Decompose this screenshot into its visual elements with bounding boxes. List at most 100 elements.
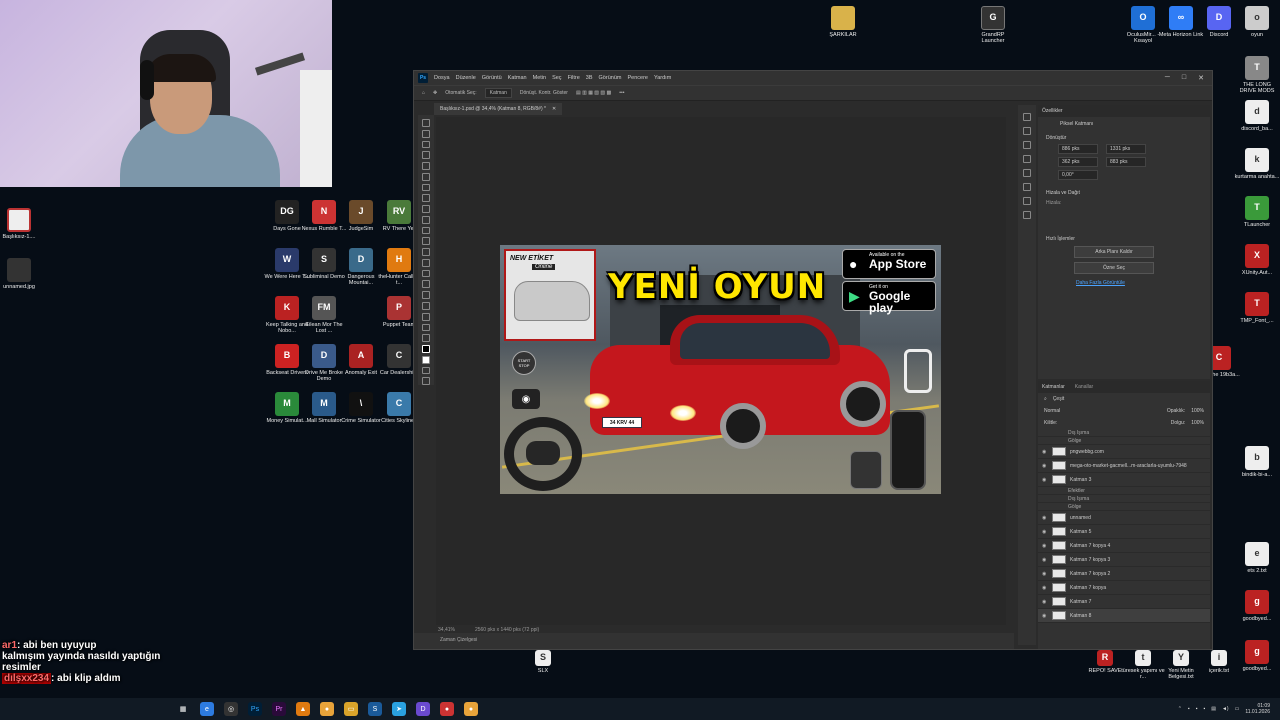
minimize-icon[interactable]: ─: [1165, 74, 1170, 82]
auto-select-dropdown[interactable]: Katman: [484, 88, 512, 98]
more-tools-icon[interactable]: [422, 334, 430, 343]
blend-mode-dropdown[interactable]: Normal: [1044, 408, 1060, 414]
brush-tool-icon[interactable]: [422, 194, 430, 203]
layer-kind-filter[interactable]: Çeşit: [1053, 396, 1064, 402]
see-more-link[interactable]: Daha Fazla Görüntüle: [1076, 280, 1202, 286]
more-icon[interactable]: •••: [619, 90, 624, 96]
foreground-color-icon[interactable]: [422, 345, 430, 353]
desktop-icon-grandrp[interactable]: G GrandRP Launcher: [970, 6, 1016, 44]
chevron-up-icon[interactable]: ⌃: [1178, 706, 1182, 712]
transform-controls-checkbox[interactable]: Dönüşt. Kontr. Göster: [520, 90, 568, 96]
steam-icon[interactable]: S: [368, 702, 382, 716]
network-icon[interactable]: ▤: [1211, 706, 1216, 712]
layer-row[interactable]: ◉ Katman 7 kopya 2: [1038, 567, 1210, 581]
brush-settings-icon[interactable]: [1023, 127, 1031, 135]
desktop-icon[interactable]: X XUnity.Aut...: [1234, 244, 1280, 276]
premiere-taskbar-icon[interactable]: Pr: [272, 702, 286, 716]
desktop-icon[interactable]: o oyun: [1234, 6, 1280, 38]
blur-icon[interactable]: [422, 248, 430, 256]
crop-tool-icon[interactable]: [422, 162, 430, 170]
desktop-icon[interactable]: d discord_ba...: [1234, 100, 1280, 132]
desktop-icon[interactable]: i içerik.txt: [1196, 650, 1242, 674]
history-icon[interactable]: [1023, 113, 1031, 121]
shape-tool-icon[interactable]: [422, 302, 430, 310]
opacity-value[interactable]: 100%: [1191, 408, 1204, 414]
layer-row[interactable]: ◉ pngwebbg.com: [1038, 445, 1210, 459]
layer-row[interactable]: ◉ Katman 7: [1038, 595, 1210, 609]
character-icon[interactable]: [1023, 169, 1031, 177]
history-brush-icon[interactable]: [422, 215, 430, 224]
tab-channels[interactable]: Kanallar: [1075, 384, 1093, 390]
desktop-icon-unnamed[interactable]: unnamed.jpg: [0, 258, 42, 290]
menu-sec[interactable]: Seç: [552, 75, 561, 81]
desktop-icon[interactable]: S SLX: [520, 650, 566, 674]
app-taskbar-icon[interactable]: ●: [440, 702, 454, 716]
desktop-icon[interactable]: T TMP_Font_...: [1234, 292, 1280, 324]
desktop-icon[interactable]: g goodbyed...: [1234, 590, 1280, 622]
people-icon[interactable]: [1023, 155, 1031, 163]
libraries-icon[interactable]: [1023, 211, 1031, 219]
desktop-icon[interactable]: T TLauncher: [1234, 196, 1280, 228]
hand-tool-icon[interactable]: [422, 312, 430, 321]
layer-row[interactable]: ◉ unnamed: [1038, 511, 1210, 525]
file-explorer-icon[interactable]: ▭: [344, 702, 358, 716]
photoshop-taskbar-icon[interactable]: Ps: [248, 702, 262, 716]
eye-icon[interactable]: ◉: [1042, 543, 1048, 549]
menu-metin[interactable]: Metin: [533, 75, 546, 81]
lasso-tool-icon[interactable]: [422, 140, 430, 149]
close-tab-icon[interactable]: ✕: [552, 106, 556, 112]
tray-app-icon[interactable]: ▪: [1203, 706, 1205, 712]
chrome-second-icon[interactable]: ●: [464, 702, 478, 716]
eye-icon[interactable]: ◉: [1042, 585, 1048, 591]
height-field[interactable]: 1331 pks: [1106, 144, 1146, 154]
healing-brush-icon[interactable]: [422, 183, 430, 192]
desktop-game-icon[interactable]: FM Eilean Mor The Lost ...: [301, 296, 347, 334]
eye-icon[interactable]: ◉: [1042, 515, 1048, 521]
tray-app-icon[interactable]: ▪: [1196, 706, 1198, 712]
layer-effect-row[interactable]: Gölge: [1038, 437, 1210, 445]
remove-background-button[interactable]: Arka Planı Kaldır: [1074, 246, 1154, 258]
desktop-icon[interactable]: b bindik-bi-a...: [1234, 446, 1280, 478]
eye-icon[interactable]: ◉: [1042, 449, 1048, 455]
discord-taskbar-icon[interactable]: D: [416, 702, 430, 716]
marquee-tool-icon[interactable]: [422, 129, 430, 138]
menu-3b[interactable]: 3B: [586, 75, 593, 81]
zoom-tool-icon[interactable]: [422, 323, 430, 332]
telegram-icon[interactable]: ➤: [392, 702, 406, 716]
quick-mask-icon[interactable]: [422, 366, 430, 375]
background-color-icon[interactable]: [422, 355, 430, 364]
menu-gorunum[interactable]: Görünüm: [599, 75, 622, 81]
screen-mode-icon[interactable]: [422, 377, 430, 386]
vlc-icon[interactable]: ▲: [296, 702, 310, 716]
adjustments-icon[interactable]: [1023, 141, 1031, 149]
layer-row[interactable]: ◉ Katman 3: [1038, 473, 1210, 487]
align-icons[interactable]: ▤ ▥ ▦ ▧ ▨ ▩: [576, 90, 611, 96]
menu-yardim[interactable]: Yardım: [654, 75, 671, 81]
layer-row[interactable]: ◉ Katman 8: [1038, 609, 1210, 623]
desktop-icon[interactable]: k kurtarma anahta...: [1234, 148, 1280, 180]
auto-select-checkbox[interactable]: Otomatik Seç:: [445, 90, 476, 96]
eye-icon[interactable]: ◉: [1042, 529, 1048, 535]
width-field[interactable]: 886 pks: [1058, 144, 1098, 154]
y-field[interactable]: 883 pks: [1106, 157, 1146, 167]
clock[interactable]: 01:09 11.01.2026: [1245, 703, 1270, 715]
eyedropper-icon[interactable]: [422, 172, 430, 181]
layer-effect-row[interactable]: Gölge: [1038, 503, 1210, 511]
x-field[interactable]: 362 pks: [1058, 157, 1098, 167]
layer-effect-row[interactable]: Efektler: [1038, 487, 1210, 495]
layer-row[interactable]: ◉ Katman 5: [1038, 525, 1210, 539]
photoshop-logo-icon[interactable]: Ps: [418, 73, 428, 83]
angle-field[interactable]: 0,00°: [1058, 170, 1098, 180]
eye-icon[interactable]: ◉: [1042, 557, 1048, 563]
layer-effect-row[interactable]: Dış Işıma: [1038, 495, 1210, 503]
desktop-icon-psd[interactable]: Başlıksız-1....: [0, 208, 42, 240]
magic-wand-icon[interactable]: [422, 151, 430, 160]
menu-filtre[interactable]: Filtre: [568, 75, 580, 81]
close-icon[interactable]: ✕: [1198, 74, 1204, 82]
task-view-icon[interactable]: ▦: [176, 702, 190, 716]
timeline-panel[interactable]: Zaman Çizelgesi: [414, 633, 1014, 649]
home-icon[interactable]: ⌂: [422, 90, 425, 96]
battery-icon[interactable]: ▭: [1235, 706, 1240, 712]
paragraph-icon[interactable]: [1023, 183, 1031, 191]
move-tool-icon[interactable]: [422, 119, 430, 127]
